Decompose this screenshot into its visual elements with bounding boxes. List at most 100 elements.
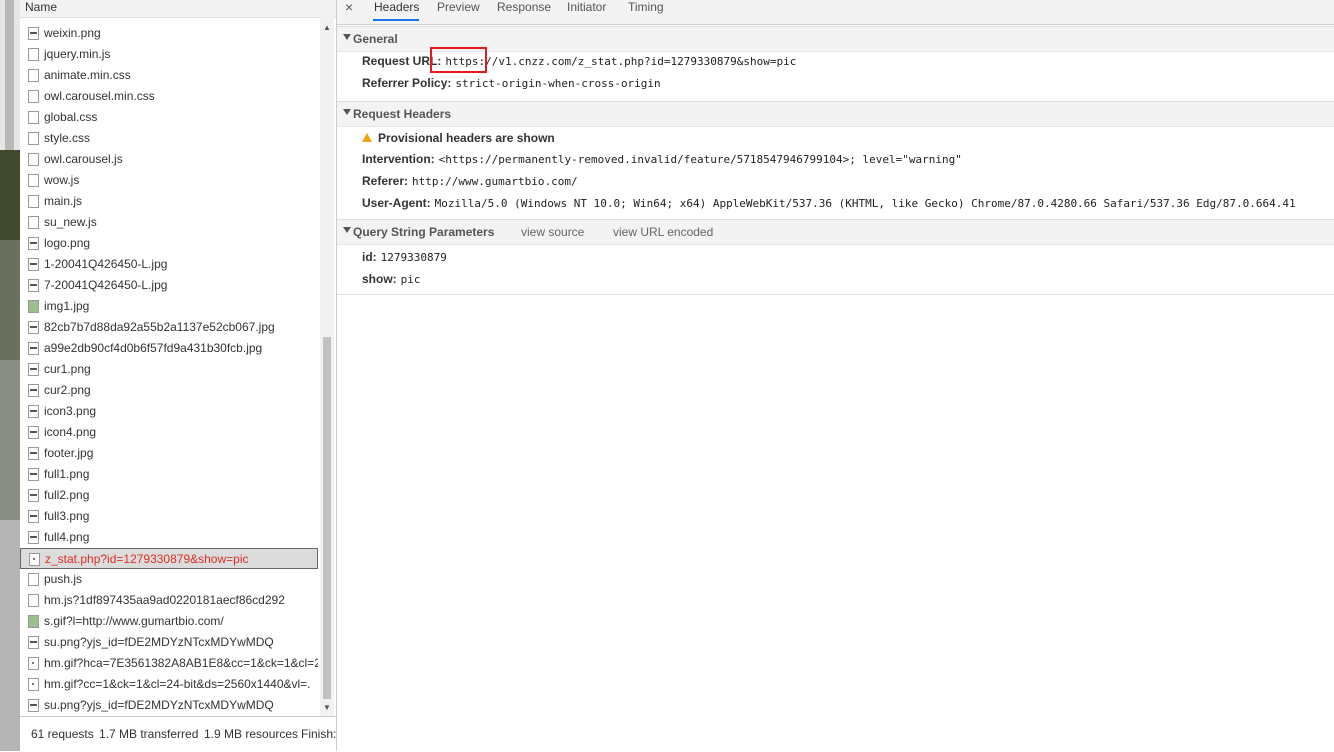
referrer-policy-value: strict-origin-when-cross-origin xyxy=(455,77,661,90)
script-file-icon xyxy=(28,48,39,61)
request-row[interactable]: hm.gif?hca=7E3561382A8AB1E8&cc=1&ck=1&cl… xyxy=(20,653,318,674)
request-row[interactable]: owl.carousel.min.css xyxy=(20,86,318,107)
request-row[interactable]: wow.js xyxy=(20,170,318,191)
request-row[interactable]: s.gif?l=http://www.gumartbio.com/ xyxy=(20,611,318,632)
request-row[interactable]: jquery.min.js xyxy=(20,44,318,65)
close-icon[interactable]: × xyxy=(345,0,353,14)
request-list: weixin.png jquery.min.js animate.min.css ow… xyxy=(20,17,320,716)
request-headers-section-header[interactable]: Request Headers xyxy=(337,101,1334,127)
query-params-section-title: Query String Parameters xyxy=(353,225,495,239)
script-file-icon xyxy=(28,195,39,208)
request-row[interactable]: full1.png xyxy=(20,464,318,485)
request-row[interactable]: cur1.png xyxy=(20,359,318,380)
request-name: full1.png xyxy=(44,467,90,481)
request-row[interactable]: push.js xyxy=(20,569,318,590)
query-param-id-row: id: 1279330879 xyxy=(362,250,447,264)
tab-headers[interactable]: Headers xyxy=(374,0,419,14)
user-agent-row: User-Agent: Mozilla/5.0 (Windows NT 10.0;… xyxy=(362,196,1296,210)
intervention-value: <https://permanently-removed.invalid/fea… xyxy=(438,153,962,166)
user-agent-label: User-Agent: xyxy=(362,196,431,210)
stylesheet-file-icon xyxy=(28,132,39,145)
stylesheet-file-icon xyxy=(28,69,39,82)
tab-initiator[interactable]: Initiator xyxy=(567,0,606,14)
document-file-icon xyxy=(29,553,40,566)
request-row[interactable]: animate.min.css xyxy=(20,65,318,86)
referrer-policy-row: Referrer Policy: strict-origin-when-cross… xyxy=(362,76,661,90)
request-name: owl.carousel.js xyxy=(44,152,123,166)
tab-response[interactable]: Response xyxy=(497,0,551,14)
query-params-section-header[interactable]: Query String Parameters view source view… xyxy=(337,219,1334,245)
request-row[interactable]: hm.gif?cc=1&ck=1&cl=24-bit&ds=2560x1440&… xyxy=(20,674,318,695)
name-column-label: Name xyxy=(25,0,58,14)
image-file-icon xyxy=(28,27,39,40)
query-param-show-label: show: xyxy=(362,272,397,286)
request-row[interactable]: icon4.png xyxy=(20,422,318,443)
query-param-id-label: id: xyxy=(362,250,377,264)
script-file-icon xyxy=(28,594,39,607)
request-name: 1-20041Q426450-L.jpg xyxy=(44,257,168,271)
tab-preview[interactable]: Preview xyxy=(437,0,480,14)
scrollbar-thumb[interactable] xyxy=(323,337,331,699)
request-row[interactable]: a99e2db90cf4d0b6f57fd9a431b30fcb.jpg xyxy=(20,338,318,359)
request-row[interactable]: cur2.png xyxy=(20,380,318,401)
request-count: 61 requests xyxy=(31,727,94,741)
request-row[interactable]: su_new.js xyxy=(20,212,318,233)
request-name: hm.gif?hca=7E3561382A8AB1E8&cc=1&ck=1&cl… xyxy=(44,656,318,670)
request-name: img1.jpg xyxy=(44,299,90,313)
highlight-box xyxy=(430,47,487,73)
request-row[interactable]: owl.carousel.js xyxy=(20,149,318,170)
active-tab-indicator xyxy=(373,19,419,21)
view-source-link[interactable]: view source xyxy=(521,225,584,239)
request-row[interactable]: img1.jpg xyxy=(20,296,318,317)
image-file-icon xyxy=(28,258,39,271)
request-name: z_stat.php?id=1279330879&show=pic xyxy=(45,552,249,566)
referer-value: http://www.gumartbio.com/ xyxy=(412,175,578,188)
scroll-up-icon[interactable]: ▲ xyxy=(323,23,331,32)
request-row[interactable]: footer.jpg xyxy=(20,443,318,464)
request-row[interactable]: style.css xyxy=(20,128,318,149)
request-name: cur2.png xyxy=(44,383,91,397)
request-name: su_new.js xyxy=(44,215,97,229)
request-row[interactable]: full3.png xyxy=(20,506,318,527)
request-row-selected[interactable]: z_stat.php?id=1279330879&show=pic xyxy=(20,548,318,569)
request-name: hm.js?1df897435aa9ad0220181aecf86cd292 xyxy=(44,593,285,607)
request-name: full2.png xyxy=(44,488,90,502)
intervention-label: Intervention: xyxy=(362,152,435,166)
general-section-title: General xyxy=(353,32,398,46)
request-row[interactable]: 7-20041Q426450-L.jpg xyxy=(20,275,318,296)
network-status-bar: 61 requests 1.7 MB transferred 1.9 MB re… xyxy=(20,716,336,752)
query-param-id-value: 1279330879 xyxy=(380,251,447,264)
request-name: footer.jpg xyxy=(44,446,94,460)
query-param-show-value: pic xyxy=(400,273,421,286)
request-row[interactable]: full4.png xyxy=(20,527,318,548)
request-name: 7-20041Q426450-L.jpg xyxy=(44,278,168,292)
request-row[interactable]: su.png?yjs_id=fDE2MDYzNTcxMDYwMDQ xyxy=(20,695,318,716)
request-name: icon4.png xyxy=(44,425,97,439)
request-row[interactable]: logo.png xyxy=(20,233,318,254)
request-row[interactable]: hm.js?1df897435aa9ad0220181aecf86cd292 xyxy=(20,590,318,611)
request-row[interactable]: full2.png xyxy=(20,485,318,506)
request-list-scrollbar[interactable]: ▲ ▼ xyxy=(320,17,334,716)
request-row[interactable]: weixin.png xyxy=(20,23,318,44)
image-file-icon xyxy=(28,363,39,376)
image-file-icon xyxy=(28,489,39,502)
request-row[interactable]: su.png?yjs_id=fDE2MDYzNTcxMDYwMDQ xyxy=(20,632,318,653)
scroll-down-icon[interactable]: ▼ xyxy=(323,703,331,712)
request-name: full3.png xyxy=(44,509,90,523)
image-file-icon xyxy=(28,237,39,250)
request-row[interactable]: global.css xyxy=(20,107,318,128)
view-url-encoded-link[interactable]: view URL encoded xyxy=(613,225,713,239)
request-name: logo.png xyxy=(44,236,91,250)
tab-timing[interactable]: Timing xyxy=(628,0,664,14)
user-agent-value: Mozilla/5.0 (Windows NT 10.0; Win64; x64… xyxy=(434,197,1296,210)
transferred-size: 1.7 MB transferred xyxy=(99,727,199,741)
request-row[interactable]: 82cb7b7d88da92a55b2a1137e52cb067.jpg xyxy=(20,317,318,338)
name-column-header[interactable]: Name xyxy=(20,0,336,18)
request-name: main.js xyxy=(44,194,83,208)
request-row[interactable]: 1-20041Q426450-L.jpg xyxy=(20,254,318,275)
request-row[interactable]: main.js xyxy=(20,191,318,212)
request-row[interactable]: icon3.png xyxy=(20,401,318,422)
request-url-row: Request URL: https://v1.cnzz.com/z_stat.p… xyxy=(362,54,796,68)
stylesheet-file-icon xyxy=(28,111,39,124)
request-name: jquery.min.js xyxy=(44,47,111,61)
